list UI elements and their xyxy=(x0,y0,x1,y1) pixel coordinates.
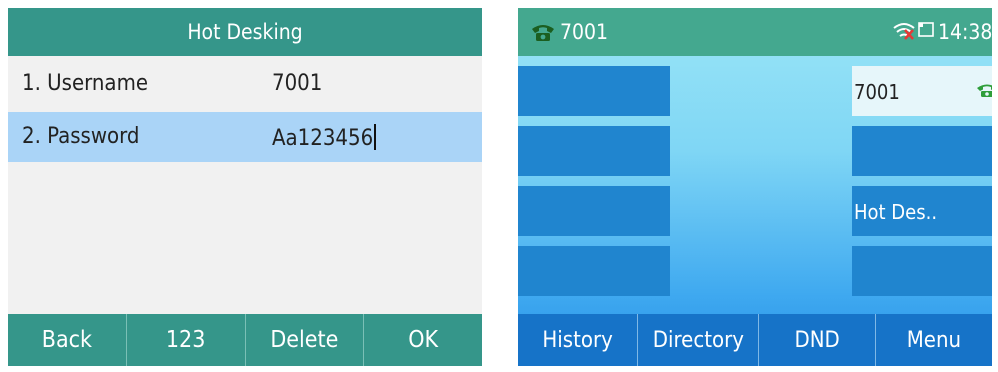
history-button[interactable]: History xyxy=(518,314,637,366)
line-key-left-4[interactable] xyxy=(518,246,670,296)
ok-button[interactable]: OK xyxy=(363,314,482,366)
softkey-bar: Back 123 Delete OK xyxy=(8,314,482,366)
username-value[interactable]: 7001 xyxy=(272,71,322,96)
line-key-left-2[interactable] xyxy=(518,126,670,176)
username-label: 1. Username xyxy=(22,71,149,96)
line-key-right-2[interactable] xyxy=(852,126,992,176)
hot-desking-screen: Hot Desking 1. Username 7001 2. Password… xyxy=(8,8,482,366)
password-field[interactable]: 2. Password Aa123456 xyxy=(8,112,482,162)
line-key-right-4[interactable] xyxy=(852,246,992,296)
tablet-icon xyxy=(918,22,934,37)
line-key-left-1[interactable] xyxy=(518,66,670,116)
clock-time: 14:38 xyxy=(938,20,992,44)
line-key-label: 7001 xyxy=(854,80,900,104)
menu-button[interactable]: Menu xyxy=(874,314,992,366)
password-value: Aa123456 xyxy=(272,126,374,151)
status-bar: 7001 14:38 xyxy=(518,8,992,56)
softkey-bar: History Directory DND Menu xyxy=(518,314,992,366)
line-phone-icon xyxy=(977,84,992,97)
line-key-left-3[interactable] xyxy=(518,186,670,236)
wifi-off-icon xyxy=(893,23,915,40)
username-field[interactable]: 1. Username 7001 xyxy=(8,59,482,109)
back-button[interactable]: Back xyxy=(8,314,126,366)
password-label: 2. Password xyxy=(22,124,140,149)
status-extension: 7001 xyxy=(560,20,609,44)
phone-icon xyxy=(532,25,554,41)
line-key-7001[interactable]: 7001 xyxy=(852,66,992,116)
idle-screen: 7001 14:38 7001 Hot Des.. History Direct… xyxy=(518,8,992,366)
line-key-label: Hot Des.. xyxy=(854,200,938,224)
screen-title: Hot Desking xyxy=(8,8,482,56)
password-input[interactable]: Aa123456 xyxy=(272,124,377,151)
delete-button[interactable]: Delete xyxy=(244,314,364,366)
dnd-button[interactable]: DND xyxy=(758,314,874,366)
text-caret xyxy=(374,124,377,150)
hot-desking-key[interactable]: Hot Des.. xyxy=(852,186,992,236)
directory-button[interactable]: Directory xyxy=(637,314,758,366)
input-mode-button[interactable]: 123 xyxy=(125,314,245,366)
